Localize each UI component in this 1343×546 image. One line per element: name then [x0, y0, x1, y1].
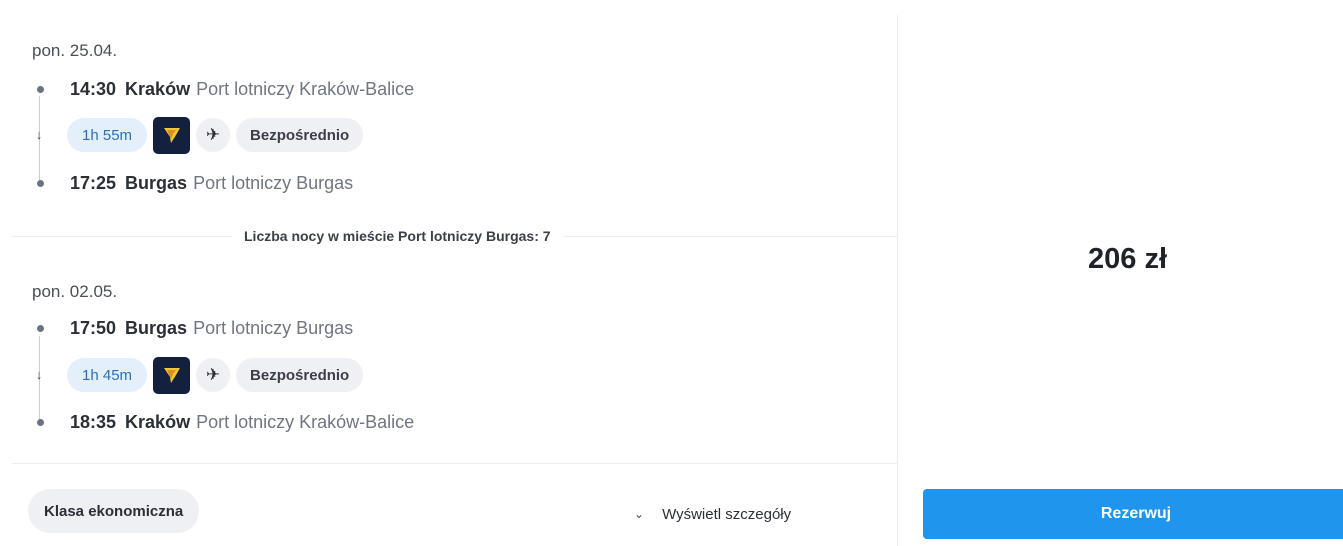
cabin-class-badge: Klasa ekonomiczna	[28, 489, 200, 533]
arrival-city: Burgas	[125, 172, 188, 193]
departure-time: 17:50	[70, 317, 117, 338]
itinerary-panel: pon. 25.04. 14:30 Kraków Port lotniczy K…	[0, 0, 897, 546]
arrival-time: 18:35	[70, 411, 117, 432]
footer-divider	[12, 463, 897, 464]
inbound-segment: ↓ 1h 45m ✈ Bezpośrednio	[32, 356, 364, 394]
nights-label: Liczba nocy w mieście Port lotniczy Burg…	[232, 226, 563, 246]
stops-badge: Bezpośrednio	[236, 358, 364, 392]
outbound-arrival: 17:25 Burgas Port lotniczy Burgas	[32, 171, 353, 195]
show-details-label: Wyświetl szczegóły	[662, 505, 792, 523]
outbound-date: pon. 25.04.	[32, 41, 118, 60]
departure-airport: Port lotniczy Burgas	[193, 317, 354, 338]
departure-time: 14:30	[70, 78, 117, 99]
arrival-airport: Port lotniczy Burgas	[193, 172, 354, 193]
route-dot-icon	[37, 418, 44, 426]
book-button[interactable]: Rezerwuj	[923, 489, 1343, 539]
route-dot-icon	[37, 179, 44, 187]
flight-duration: 1h 55m	[67, 118, 148, 152]
chevron-down-icon: ⌄	[634, 507, 645, 521]
outbound-segment: ↓ 1h 55m ✈ Bezpośrednio	[32, 116, 364, 154]
flight-duration: 1h 45m	[67, 358, 148, 392]
arrival-city: Kraków	[125, 411, 191, 432]
total-price: 206 zł	[1088, 243, 1167, 275]
stops-badge: Bezpośrednio	[236, 118, 364, 152]
harp-icon	[163, 128, 180, 143]
ryanair-logo-icon	[153, 116, 191, 154]
plane-icon: ✈	[196, 358, 231, 392]
route-dot-icon	[37, 324, 44, 332]
harp-icon	[163, 368, 180, 383]
inbound-date: pon. 02.05.	[32, 282, 118, 301]
departure-city: Burgas	[125, 317, 188, 338]
price-panel: 206 zł Rezerwuj	[897, 15, 1343, 546]
arrival-airport: Port lotniczy Kraków-Balice	[196, 411, 415, 432]
arrival-time: 17:25	[70, 172, 117, 193]
plane-icon: ✈	[196, 118, 231, 152]
inbound-departure: 17:50 Burgas Port lotniczy Burgas	[32, 316, 353, 340]
show-details-button[interactable]: ⌄ Wyświetl szczegóły	[634, 503, 791, 525]
departure-city: Kraków	[125, 78, 191, 99]
departure-airport: Port lotniczy Kraków-Balice	[196, 78, 415, 99]
arrow-down-icon: ↓	[35, 367, 43, 382]
arrow-down-icon: ↓	[35, 127, 43, 142]
inbound-arrival: 18:35 Kraków Port lotniczy Kraków-Balice	[32, 410, 414, 434]
outbound-departure: 14:30 Kraków Port lotniczy Kraków-Balice	[32, 77, 414, 101]
route-dot-icon	[37, 85, 44, 93]
ryanair-logo-icon	[153, 356, 191, 394]
